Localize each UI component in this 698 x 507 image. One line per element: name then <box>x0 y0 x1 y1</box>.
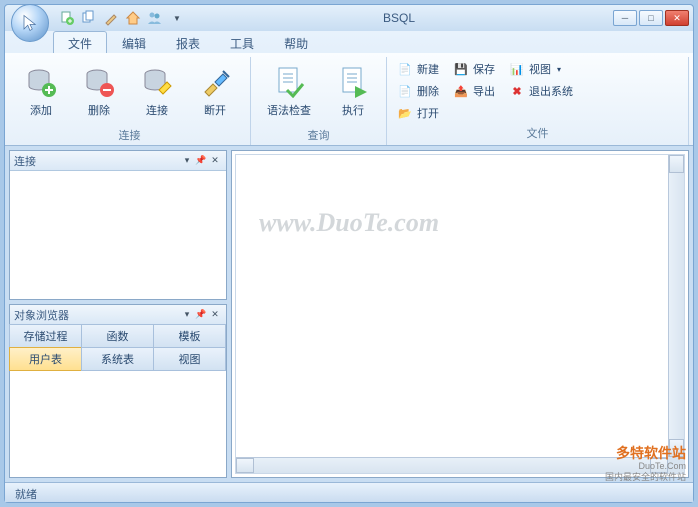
view-icon: 📊 <box>509 61 525 77</box>
tab-help[interactable]: 帮助 <box>269 31 323 53</box>
db-delete-icon <box>83 66 115 98</box>
tab-sp[interactable]: 存储过程 <box>9 324 82 348</box>
group-query: 语法检查 执行 查询 <box>251 57 387 145</box>
scrollbar-horizontal[interactable] <box>236 457 668 473</box>
maximize-button[interactable]: □ <box>639 10 663 26</box>
connect-panel: 连接 ▾ 📌 ✕ <box>9 150 227 300</box>
minimize-button[interactable]: ─ <box>613 10 637 26</box>
syntax-button[interactable]: 语法检查 <box>257 59 321 125</box>
panel-header: 对象浏览器 ▾ 📌 ✕ <box>10 305 226 325</box>
quick-access-toolbar: ▼ <box>59 10 185 26</box>
exit-icon: ✖ <box>509 83 525 99</box>
exit-button[interactable]: ✖退出系统 <box>505 81 577 101</box>
panel-dropdown-icon[interactable]: ▾ <box>180 308 194 322</box>
app-title: BSQL <box>185 11 613 25</box>
ribbon-body: 添加 删除 连接 断开 连接 <box>5 53 693 145</box>
qat-users-icon[interactable] <box>147 10 163 26</box>
export-button[interactable]: 📤导出 <box>449 81 499 101</box>
scrollbar-vertical[interactable] <box>668 155 684 457</box>
qat-copy-icon[interactable] <box>81 10 97 26</box>
delete-icon: 📄 <box>397 83 413 99</box>
panel-title: 连接 <box>14 153 36 169</box>
panel-header: 连接 ▾ 📌 ✕ <box>10 151 226 171</box>
cursor-icon <box>21 14 39 32</box>
btn-label: 添加 <box>30 102 52 118</box>
btn-label: 语法检查 <box>267 102 311 118</box>
qat-dropdown-icon[interactable]: ▼ <box>169 10 185 26</box>
window-controls: ─ □ ✕ <box>613 10 689 26</box>
panel-pin-icon[interactable]: 📌 <box>194 308 208 322</box>
qat-new-icon[interactable] <box>59 10 75 26</box>
delete2-button[interactable]: 📄删除 <box>393 81 443 101</box>
group-connect: 添加 删除 连接 断开 连接 <box>9 57 251 145</box>
qat-home-icon[interactable] <box>125 10 141 26</box>
titlebar: ▼ BSQL ─ □ ✕ <box>5 5 693 31</box>
new-icon: 📄 <box>397 61 413 77</box>
view-button[interactable]: 📊视图▾ <box>505 59 577 79</box>
panel-title: 对象浏览器 <box>14 307 69 323</box>
statusbar: 就绪 <box>5 482 693 502</box>
ribbon-tabs: 文件 编辑 报表 工具 帮助 <box>5 31 693 53</box>
tab-file[interactable]: 文件 <box>53 31 107 53</box>
play-doc-icon <box>337 66 369 98</box>
object-list[interactable] <box>10 371 226 477</box>
db-add-icon <box>25 66 57 98</box>
btn-label: 断开 <box>204 102 226 118</box>
close-button[interactable]: ✕ <box>665 10 689 26</box>
disconnect-button[interactable]: 断开 <box>189 59 241 125</box>
delete-button[interactable]: 删除 <box>73 59 125 125</box>
new-button[interactable]: 📄新建 <box>393 59 443 79</box>
export-icon: 📤 <box>453 83 469 99</box>
scrollbar-corner <box>668 457 684 473</box>
tab-tmpl[interactable]: 模板 <box>153 324 226 348</box>
status-text: 就绪 <box>15 489 37 501</box>
tab-edit[interactable]: 编辑 <box>107 31 161 53</box>
connect-button[interactable]: 连接 <box>131 59 183 125</box>
save-button[interactable]: 💾保存 <box>449 59 499 79</box>
group-label: 文件 <box>393 123 682 144</box>
group-label: 连接 <box>15 125 244 146</box>
left-column: 连接 ▾ 📌 ✕ 对象浏览器 ▾ 📌 ✕ 存储过程 <box>9 150 227 478</box>
app-window: ▼ BSQL ─ □ ✕ 文件 编辑 报表 工具 帮助 添加 <box>4 4 694 503</box>
tab-systbl[interactable]: 系统表 <box>81 347 154 371</box>
panel-close-icon[interactable]: ✕ <box>208 154 222 168</box>
tab-usertbl[interactable]: 用户表 <box>9 347 82 371</box>
content-area: 连接 ▾ 📌 ✕ 对象浏览器 ▾ 📌 ✕ 存储过程 <box>5 146 693 482</box>
db-connect-icon <box>141 66 173 98</box>
tab-tool[interactable]: 工具 <box>215 31 269 53</box>
panel-close-icon[interactable]: ✕ <box>208 308 222 322</box>
group-label: 查询 <box>257 125 380 146</box>
check-doc-icon <box>273 66 305 98</box>
group-file: 📄新建 📄删除 📂打开 💾保存 📤导出 📊视图▾ ✖退出系统 文件 <box>387 57 689 145</box>
panel-pin-icon[interactable]: 📌 <box>194 154 208 168</box>
open-button[interactable]: 📂打开 <box>393 103 443 123</box>
ribbon: 文件 编辑 报表 工具 帮助 添加 删除 <box>5 31 693 146</box>
editor-pane <box>231 150 689 478</box>
editor-textarea[interactable] <box>235 154 685 474</box>
add-button[interactable]: 添加 <box>15 59 67 125</box>
save-icon: 💾 <box>453 61 469 77</box>
btn-label: 执行 <box>342 102 364 118</box>
execute-button[interactable]: 执行 <box>327 59 379 125</box>
object-browser-panel: 对象浏览器 ▾ 📌 ✕ 存储过程 函数 模板 用户表 系统表 视图 <box>9 304 227 478</box>
plug-icon <box>199 66 231 98</box>
btn-label: 连接 <box>146 102 168 118</box>
tab-fn[interactable]: 函数 <box>81 324 154 348</box>
qat-brush-icon[interactable] <box>103 10 119 26</box>
open-icon: 📂 <box>397 105 413 121</box>
tab-view[interactable]: 视图 <box>153 347 226 371</box>
tab-report[interactable]: 报表 <box>161 31 215 53</box>
panel-dropdown-icon[interactable]: ▾ <box>180 154 194 168</box>
btn-label: 删除 <box>88 102 110 118</box>
connect-list[interactable] <box>10 171 226 299</box>
app-menu-orb[interactable] <box>11 4 49 42</box>
object-tabs: 存储过程 函数 模板 用户表 系统表 视图 <box>10 325 226 371</box>
